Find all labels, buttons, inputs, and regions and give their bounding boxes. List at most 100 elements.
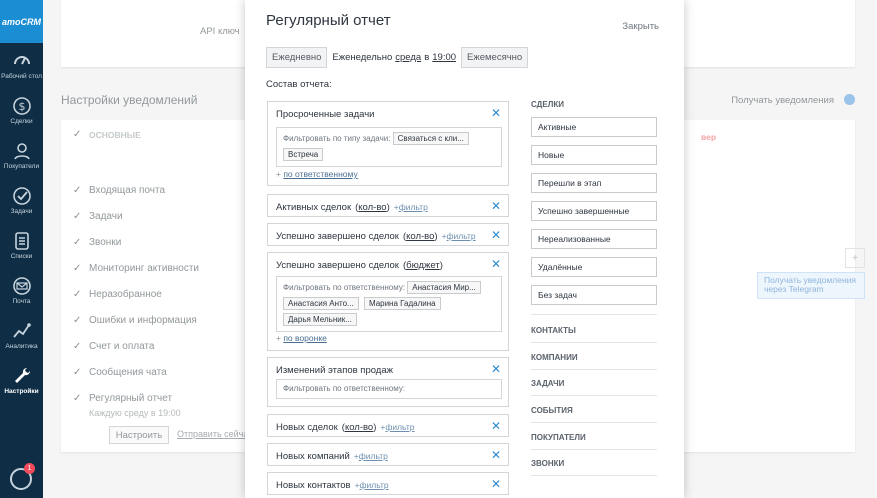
- filter-chip[interactable]: Анастасия Анто...: [283, 297, 359, 310]
- metric-select[interactable]: кол-во: [345, 422, 373, 433]
- metric-select[interactable]: кол-во: [406, 231, 434, 242]
- nav-item-customers[interactable]: Покупатели: [0, 133, 43, 178]
- deals-option-lost[interactable]: Нереализованные: [531, 229, 657, 249]
- mail-icon: [12, 277, 31, 295]
- row-label: Неразобранное: [89, 289, 162, 300]
- remove-icon[interactable]: ✕: [491, 449, 501, 461]
- block-title: Активных сделок (кол-во) +фильтр: [276, 202, 428, 213]
- chat-badge: 1: [24, 463, 35, 474]
- report-block-overdue-tasks: Просроченные задачи ✕ Фильтровать по тип…: [267, 101, 509, 186]
- filter-chip[interactable]: Марина Гадалина: [363, 297, 441, 310]
- notification-row[interactable]: ✓ Входящая почта: [73, 185, 165, 196]
- list-icon: [14, 232, 29, 250]
- notification-row[interactable]: ✓ Звонки: [73, 237, 121, 248]
- deals-section-title: СДЕЛКИ: [531, 100, 564, 109]
- report-block-new-deals: Новых сделок (кол-во) +фильтр ✕: [267, 414, 509, 437]
- notification-row[interactable]: ✓ Задачи: [73, 211, 123, 222]
- section-contacts[interactable]: КОНТАКТЫ: [531, 326, 576, 335]
- filter-box[interactable]: Фильтровать по типу задачи: Связаться с …: [276, 127, 502, 167]
- send-now-link[interactable]: Отправить сейчас: [177, 429, 253, 439]
- filter-link[interactable]: фильтр: [360, 480, 389, 490]
- row-label: Входящая почта: [89, 185, 166, 196]
- tab-daily[interactable]: Ежедневно: [266, 47, 328, 68]
- section-calls[interactable]: ЗВОНКИ: [531, 459, 564, 468]
- remove-icon[interactable]: ✕: [491, 420, 501, 432]
- filter-chip[interactable]: Встреча: [283, 148, 324, 161]
- notification-row[interactable]: ✓ Ошибки и информация: [73, 315, 197, 326]
- remove-icon[interactable]: ✕: [491, 478, 501, 490]
- deals-option-new[interactable]: Новые: [531, 145, 657, 165]
- divider: [531, 449, 657, 450]
- metric-select[interactable]: бюджет: [406, 260, 440, 271]
- nav-item-dashboard[interactable]: Рабочий стол: [0, 43, 43, 88]
- telegram-button[interactable]: Получать уведомления через Telegram: [757, 272, 865, 299]
- check-icon: ✓: [73, 262, 82, 274]
- check-icon: ✓: [73, 314, 82, 326]
- nav-label: Покупатели: [3, 162, 40, 170]
- section-customers[interactable]: ПОКУПАТЕЛИ: [531, 433, 586, 442]
- nav-item-mail[interactable]: Почта: [0, 268, 43, 313]
- report-block-new-companies: Новых компаний +фильтр ✕: [267, 443, 509, 466]
- report-block-won-deals-count: Успешно завершено сделок (кол-во) +фильт…: [267, 223, 509, 246]
- nav-item-tasks[interactable]: Задачи: [0, 178, 43, 223]
- svg-text:$: $: [18, 100, 25, 113]
- customers-icon: [13, 143, 30, 160]
- column-header: вер: [701, 132, 717, 142]
- filter-chip[interactable]: Анастасия Мир...: [407, 281, 481, 294]
- deals-option-won[interactable]: Успешно завершенные: [531, 201, 657, 221]
- filter-link[interactable]: фильтр: [399, 202, 428, 212]
- section-companies[interactable]: КОМПАНИИ: [531, 353, 578, 362]
- nav-label: Задачи: [10, 207, 33, 215]
- remove-icon[interactable]: ✕: [491, 363, 501, 375]
- block-title: Просроченные задачи: [276, 109, 375, 120]
- add-filter-text: по воронке: [283, 333, 327, 343]
- notification-row[interactable]: ✓ Неразобранное: [73, 289, 162, 300]
- remove-icon[interactable]: ✕: [491, 258, 501, 270]
- check-icon: ✓: [73, 366, 82, 378]
- check-icon: ✓: [73, 210, 82, 222]
- row-label: Звонки: [89, 237, 122, 248]
- section-tasks[interactable]: ЗАДАЧИ: [531, 379, 564, 388]
- filter-chip[interactable]: Связаться с кли...: [392, 132, 469, 145]
- filter-link[interactable]: фильтр: [385, 422, 414, 432]
- row-label: Счет и оплата: [89, 341, 155, 352]
- filter-chip[interactable]: Дарья Мельник...: [283, 313, 357, 326]
- tab-monthly[interactable]: Ежемесячно: [461, 47, 529, 68]
- notification-row[interactable]: ✓ Мониторинг активности: [73, 263, 199, 274]
- notification-row[interactable]: ✓ Счет и оплата: [73, 341, 154, 352]
- filter-box[interactable]: Фильтровать по ответственному:: [276, 379, 502, 399]
- weekly-option[interactable]: Еженедельно среда в 19:00: [327, 52, 461, 63]
- deals-option-no-tasks[interactable]: Без задач: [531, 285, 657, 305]
- remove-icon[interactable]: ✕: [491, 107, 501, 119]
- section-events[interactable]: СОБЫТИЯ: [531, 406, 573, 415]
- metric-select[interactable]: кол-во: [358, 202, 386, 213]
- deals-option-stage[interactable]: Перешли в этап: [531, 173, 657, 193]
- check-icon: ✓: [73, 288, 82, 300]
- add-column-button[interactable]: +: [845, 248, 865, 268]
- day-select[interactable]: среда: [395, 52, 421, 63]
- setup-button[interactable]: Настроить: [109, 426, 169, 444]
- remove-icon[interactable]: ✕: [491, 200, 501, 212]
- api-key-label: API ключ: [200, 26, 240, 37]
- nav-item-analytics[interactable]: Аналитика: [0, 313, 43, 358]
- nav-item-deals[interactable]: $ Сделки: [0, 88, 43, 133]
- filter-box[interactable]: Фильтровать по ответственному: Анастасия…: [276, 276, 502, 332]
- filter-link[interactable]: фильтр: [447, 231, 476, 241]
- nav-label: Аналитика: [5, 342, 38, 350]
- deals-option-active[interactable]: Активные: [531, 117, 657, 137]
- check-icon: ✓: [73, 392, 82, 404]
- remove-icon[interactable]: ✕: [491, 229, 501, 241]
- check-icon[interactable]: ✓: [73, 130, 83, 140]
- app-logo[interactable]: amoCRM: [0, 0, 43, 43]
- nav-item-lists[interactable]: Списки: [0, 223, 43, 268]
- nav-item-settings[interactable]: Настройки: [0, 358, 43, 403]
- add-filter-link[interactable]: + по воронке: [276, 333, 327, 343]
- receive-notifications-toggle[interactable]: [844, 94, 855, 105]
- notification-row[interactable]: ✓ Регулярный отчет: [73, 393, 172, 404]
- add-filter-link[interactable]: + по ответственному: [276, 169, 358, 179]
- close-button[interactable]: Закрыть: [622, 21, 659, 32]
- time-select[interactable]: 19:00: [432, 52, 456, 63]
- filter-link[interactable]: фильтр: [359, 451, 388, 461]
- deals-option-deleted[interactable]: Удалённые: [531, 257, 657, 277]
- notification-row[interactable]: ✓ Сообщения чата: [73, 367, 167, 378]
